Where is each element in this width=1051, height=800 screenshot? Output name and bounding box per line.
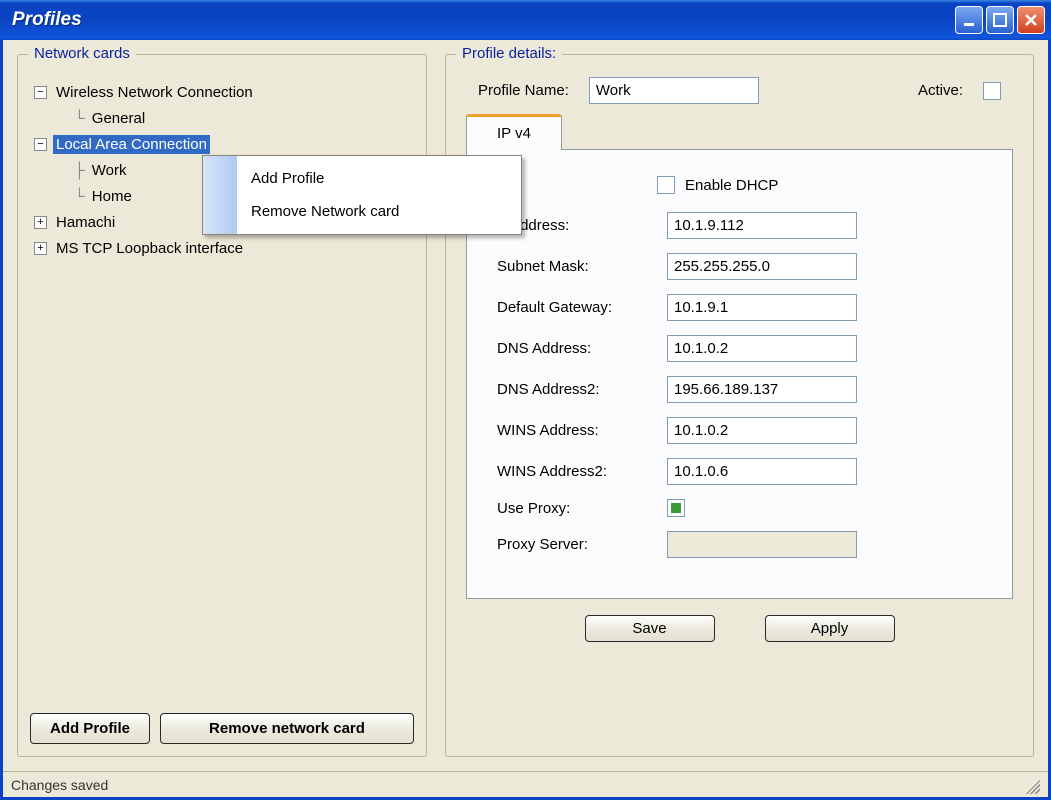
titlebar[interactable]: Profiles [0,0,1051,40]
window-title: Profiles [12,9,955,31]
context-menu: Add Profile Remove Network card [202,155,522,235]
active-checkbox[interactable] [983,82,1001,100]
content: Network cards − Wireless Network Connect… [3,40,1048,771]
proxy-server-input[interactable] [667,531,857,558]
bottom-buttons: Save Apply [458,615,1021,642]
profile-details-panel: Profile details: Profile Name: Active: I… [445,54,1034,757]
profile-name-input[interactable] [589,77,759,104]
wins1-label: WINS Address: [497,422,667,439]
tree-label: General [89,109,148,128]
window: Profiles Network cards − Wireless Networ… [0,0,1051,800]
save-button[interactable]: Save [585,615,715,642]
add-profile-button[interactable]: Add Profile [30,713,150,744]
enable-dhcp-checkbox[interactable] [657,176,675,194]
window-controls [955,6,1045,34]
ip-label: IPAddress: [497,217,667,234]
tab-ipv4[interactable]: IP v4 [466,114,562,150]
tab-container: IP v4 Enable DHCP IPAddress: Subnet Mas [466,114,1013,599]
subnet-input[interactable] [667,253,857,280]
context-menu-strip [203,156,237,234]
tree-label-selected: Local Area Connection [53,135,210,154]
tree-label: MS TCP Loopback interface [53,239,246,258]
dns1-label: DNS Address: [497,340,667,357]
dns2-label: DNS Address2: [497,381,667,398]
tab-header: IP v4 [466,114,1013,150]
tab-body: Enable DHCP IPAddress: Subnet Mask: Defa… [466,149,1013,599]
profile-name-label: Profile Name: [478,82,569,99]
maximize-button[interactable] [986,6,1014,34]
remove-network-card-button[interactable]: Remove network card [160,713,414,744]
tree-label: Hamachi [53,213,118,232]
tree-connector-icon: └ [74,188,89,205]
status-text: Changes saved [11,777,108,793]
statusbar: Changes saved [3,771,1048,797]
enable-dhcp-label: Enable DHCP [685,177,778,194]
expand-icon[interactable]: + [34,216,47,229]
close-button[interactable] [1017,6,1045,34]
tree-connector-icon: ├ [74,162,89,179]
minimize-icon [962,13,976,27]
tree-label: Home [89,187,135,206]
left-button-row: Add Profile Remove network card [30,713,414,744]
tree-connector-icon: └ [74,110,89,127]
ip-input[interactable] [667,212,857,239]
wins2-input[interactable] [667,458,857,485]
collapse-icon[interactable]: − [34,86,47,99]
profile-header: Profile Name: Active: [458,73,1021,114]
tree-label: Work [89,161,130,180]
tree-node-loopback[interactable]: + MS TCP Loopback interface [34,235,410,261]
proxy-server-label: Proxy Server: [497,536,667,553]
tree-node-wireless-general[interactable]: └ General [34,105,410,131]
maximize-icon [993,13,1007,27]
profile-details-title: Profile details: [456,45,562,62]
close-icon [1024,13,1038,27]
resize-grip-icon[interactable] [1022,776,1040,794]
use-proxy-checkbox[interactable] [667,499,685,517]
network-cards-panel: Network cards − Wireless Network Connect… [17,54,427,757]
context-menu-items: Add Profile Remove Network card [237,156,521,234]
apply-button[interactable]: Apply [765,615,895,642]
wins1-input[interactable] [667,417,857,444]
collapse-icon[interactable]: − [34,138,47,151]
gateway-input[interactable] [667,294,857,321]
gateway-label: Default Gateway: [497,299,667,316]
context-remove-card[interactable]: Remove Network card [237,195,521,228]
tree-node-lan[interactable]: − Local Area Connection [34,131,410,157]
subnet-label: Subnet Mask: [497,258,667,275]
tree-label: Wireless Network Connection [53,83,256,102]
context-add-profile[interactable]: Add Profile [237,162,521,195]
wins2-label: WINS Address2: [497,463,667,480]
enable-dhcp-row: Enable DHCP [657,176,982,194]
minimize-button[interactable] [955,6,983,34]
active-label: Active: [918,82,963,99]
client-area: Network cards − Wireless Network Connect… [0,40,1051,800]
tree-node-wireless[interactable]: − Wireless Network Connection [34,79,410,105]
dns1-input[interactable] [667,335,857,362]
expand-icon[interactable]: + [34,242,47,255]
dns2-input[interactable] [667,376,857,403]
use-proxy-label: Use Proxy: [497,500,667,517]
network-cards-title: Network cards [28,45,136,62]
